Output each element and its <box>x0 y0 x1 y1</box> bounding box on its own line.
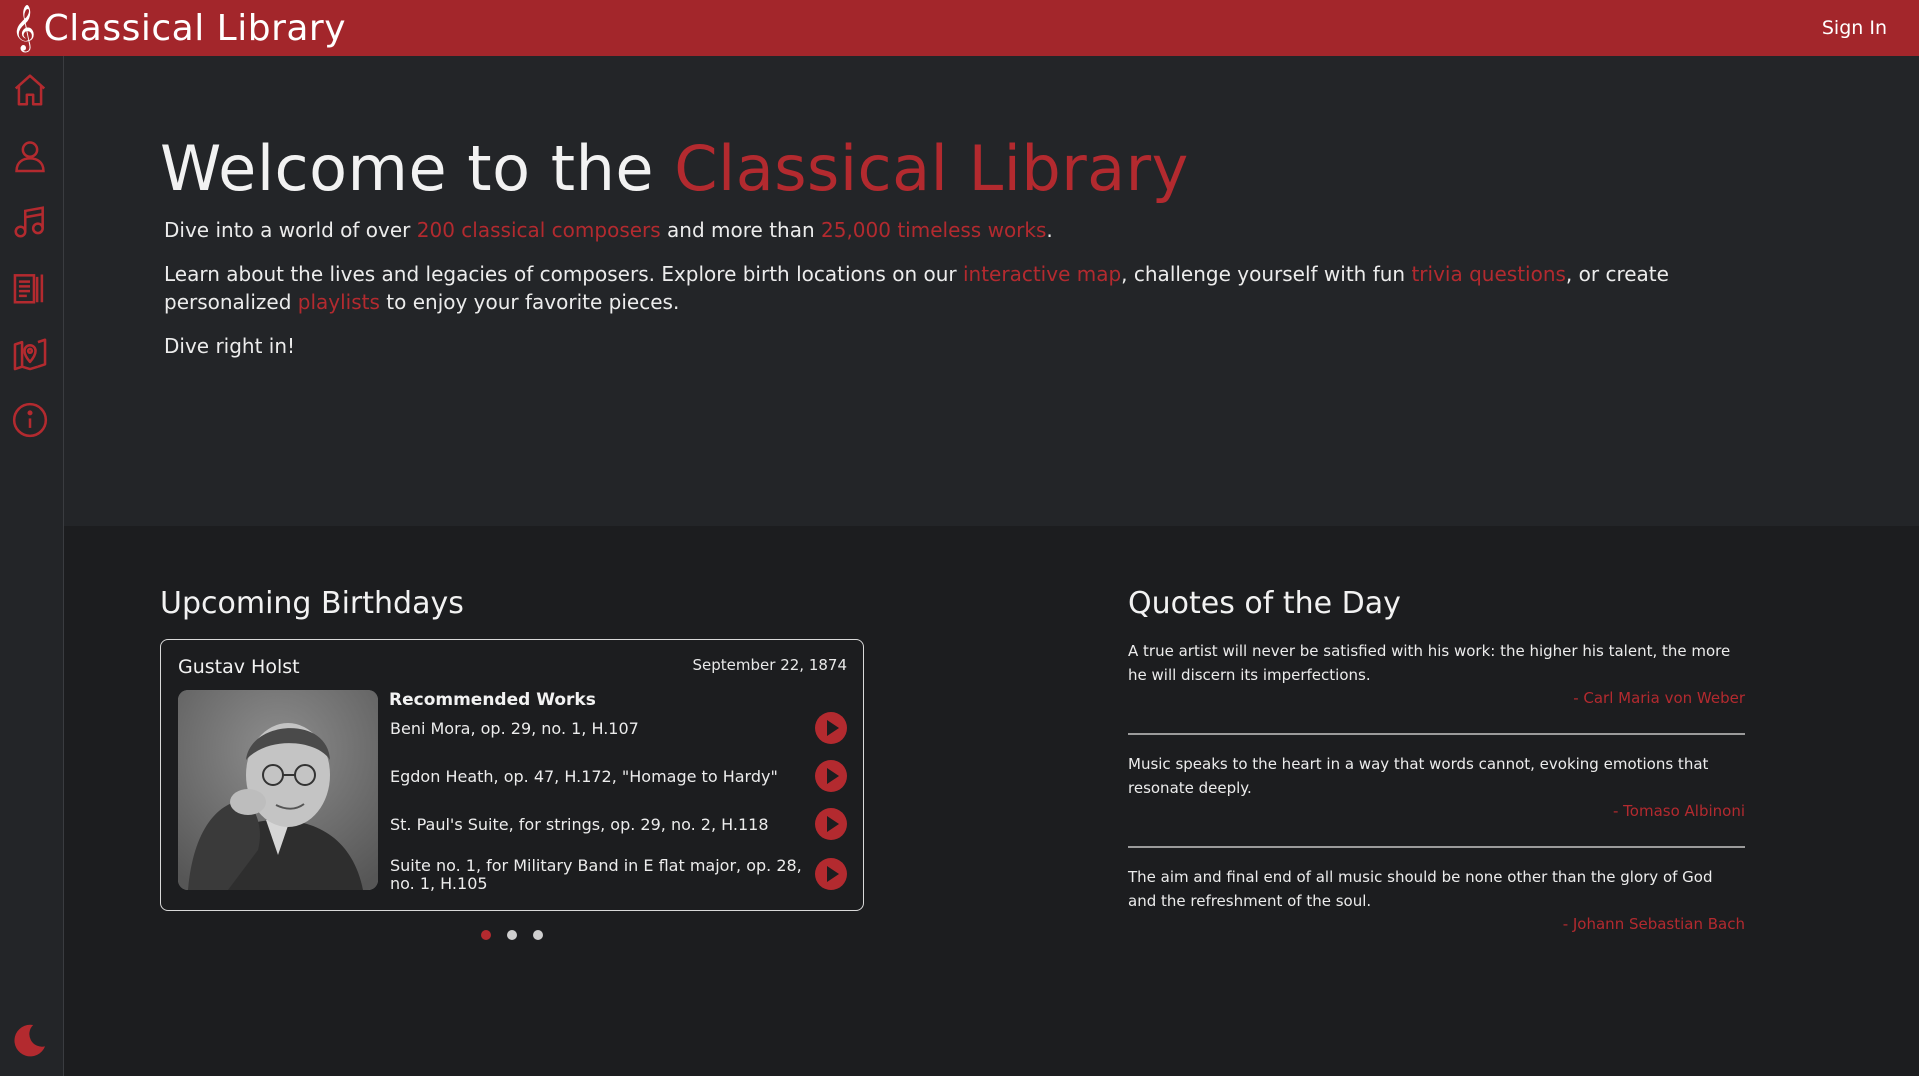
play-icon <box>826 768 839 784</box>
sidebar <box>0 56 64 1076</box>
page-title: Welcome to the Classical Library <box>160 132 1189 205</box>
features-text: , challenge yourself with fun <box>1121 262 1412 286</box>
home-icon <box>14 74 46 106</box>
top-bar: 𝄞 Classical Library Sign In <box>0 0 1919 56</box>
quote-divider <box>1128 846 1745 848</box>
birth-date: September 22, 1874 <box>692 656 847 674</box>
composer-name[interactable]: Gustav Holst <box>178 656 300 678</box>
quote-item: Music speaks to the heart in a way that … <box>1128 752 1745 820</box>
music-note-icon <box>14 206 44 238</box>
composer-portrait <box>178 690 378 890</box>
sidebar-item-library[interactable] <box>10 268 50 308</box>
work-title: Egdon Heath, op. 47, H.172, "Homage to H… <box>390 767 778 786</box>
features-text: to enjoy your favorite pieces. <box>379 290 680 314</box>
features-text: Learn about the lives and legacies of co… <box>164 262 963 286</box>
hero-section: Welcome to the Classical Library Dive in… <box>64 56 1919 526</box>
play-icon <box>826 720 839 736</box>
recommended-works-heading: Recommended Works <box>389 690 596 710</box>
treble-clef-icon: 𝄞 <box>12 5 36 51</box>
composers-link[interactable]: 200 classical composers <box>417 218 661 242</box>
user-icon <box>15 141 45 173</box>
quote-text: Music speaks to the heart in a way that … <box>1128 755 1709 797</box>
quote-item: The aim and final end of all music shoul… <box>1128 865 1745 933</box>
trivia-link[interactable]: trivia questions <box>1411 262 1565 286</box>
play-button[interactable] <box>815 858 847 890</box>
play-icon <box>826 866 839 882</box>
play-button[interactable] <box>815 712 847 744</box>
quotes-heading: Quotes of the Day <box>1128 586 1401 621</box>
intro-text: Dive into a world of over <box>164 218 417 242</box>
sign-in-button[interactable]: Sign In <box>1822 17 1887 39</box>
intro-text: and more than <box>660 218 821 242</box>
quote-text: The aim and final end of all music shoul… <box>1128 868 1713 910</box>
intro-paragraph: Dive into a world of over 200 classical … <box>164 216 1724 244</box>
sidebar-item-works[interactable] <box>10 202 50 242</box>
map-link[interactable]: interactive map <box>963 262 1121 286</box>
title-prefix: Welcome to the <box>160 132 675 205</box>
work-title: St. Paul's Suite, for strings, op. 29, n… <box>390 815 769 834</box>
cta-text: Dive right in! <box>164 334 296 358</box>
quote-item: A true artist will never be satisfied wi… <box>1128 639 1745 707</box>
works-link[interactable]: 25,000 timeless works <box>821 218 1046 242</box>
playlists-link[interactable]: playlists <box>298 290 380 314</box>
quote-text: A true artist will never be satisfied wi… <box>1128 642 1731 684</box>
sidebar-item-about[interactable] <box>10 400 50 440</box>
features-paragraph: Learn about the lives and legacies of co… <box>164 260 1724 316</box>
work-title: Suite no. 1, for Military Band in E flat… <box>390 856 802 893</box>
info-icon <box>12 402 48 438</box>
play-button[interactable] <box>815 760 847 792</box>
birthday-card: Gustav Holst September 22, 1874 Recommen… <box>160 639 864 911</box>
quote-author[interactable]: - Carl Maria von Weber <box>1128 689 1745 707</box>
moon-icon <box>14 1024 46 1057</box>
work-title: Beni Mora, op. 29, no. 1, H.107 <box>390 719 639 738</box>
sidebar-item-home[interactable] <box>10 70 50 110</box>
app-title: Classical Library <box>43 7 347 49</box>
library-icon <box>13 274 44 304</box>
carousel-dot[interactable] <box>507 930 517 940</box>
theme-toggle-button[interactable] <box>10 1020 50 1060</box>
quote-author[interactable]: - Tomaso Albinoni <box>1128 802 1745 820</box>
quote-author[interactable]: - Johann Sebastian Bach <box>1128 915 1745 933</box>
sidebar-item-map[interactable] <box>10 334 50 374</box>
carousel-dot[interactable] <box>481 930 491 940</box>
intro-text: . <box>1046 218 1053 242</box>
play-button[interactable] <box>815 808 847 840</box>
carousel-dot[interactable] <box>533 930 543 940</box>
sidebar-item-composers[interactable] <box>10 136 50 176</box>
brand[interactable]: 𝄞 Classical Library <box>12 8 346 49</box>
map-pin-icon <box>13 338 47 371</box>
quote-divider <box>1128 733 1745 735</box>
birthdays-heading: Upcoming Birthdays <box>160 586 464 621</box>
play-icon <box>826 816 839 832</box>
title-accent: Classical Library <box>674 132 1189 205</box>
